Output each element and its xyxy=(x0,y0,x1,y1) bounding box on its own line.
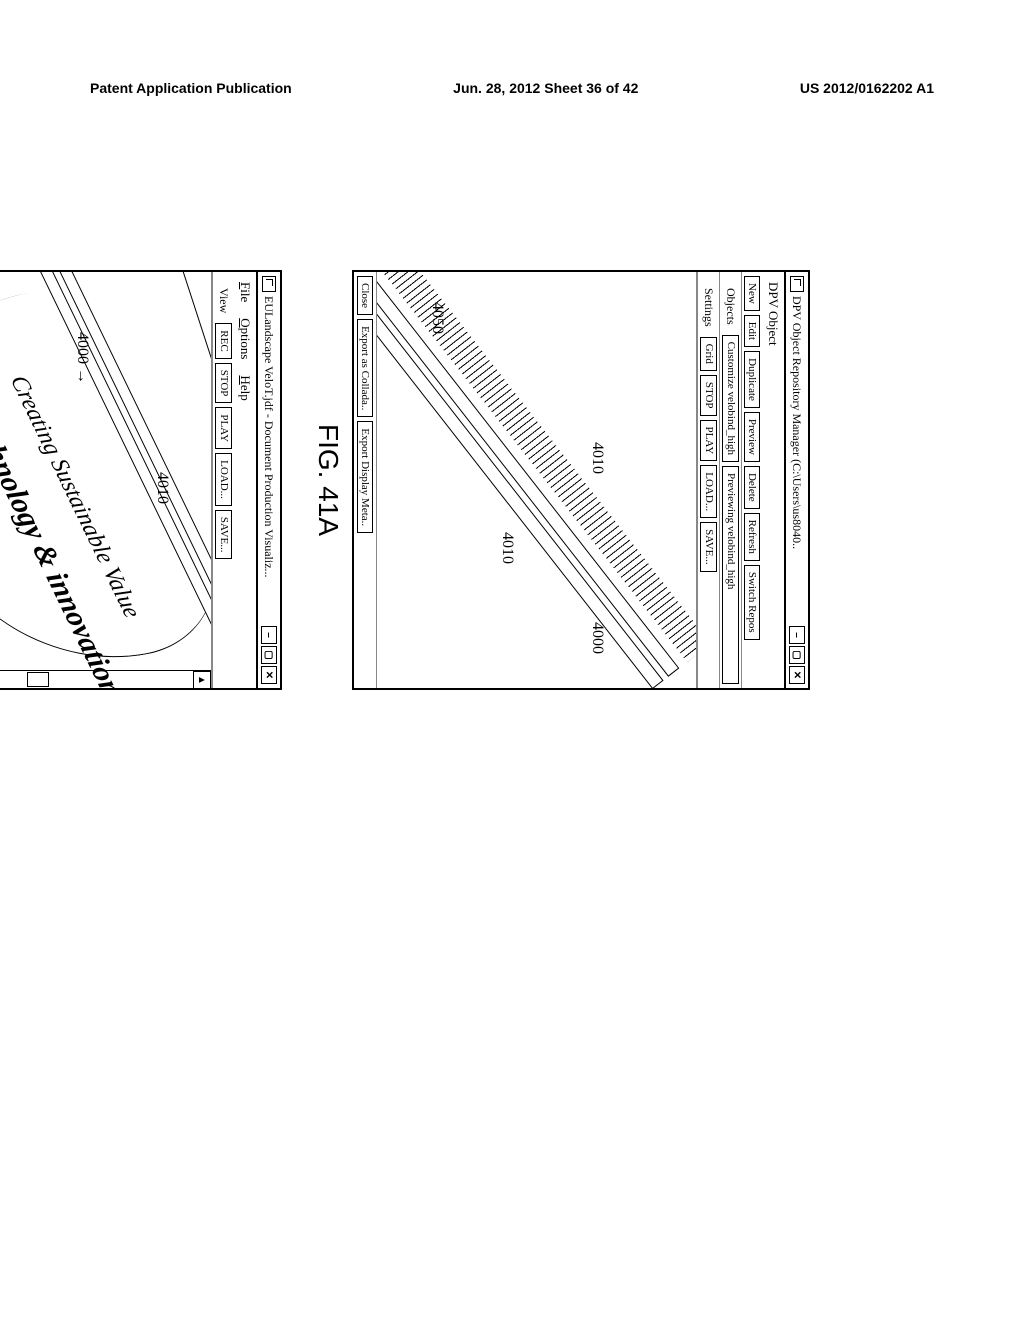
vertical-scrollbar[interactable]: ▲ ▼ xyxy=(0,670,211,688)
document-render: Creating Sustainable Value Are technolog… xyxy=(0,272,212,688)
view-row: View REC STOP PLAY LOAD... SAVE... xyxy=(212,272,234,688)
load-button[interactable]: LOAD... xyxy=(215,453,232,506)
velobind-render xyxy=(377,272,697,688)
window-title: DPV Object Repository Manager (C:\Users\… xyxy=(790,296,805,626)
view-label: View xyxy=(215,282,232,319)
toolbar-main: New Edit Duplicate Preview Delete Refres… xyxy=(741,272,762,688)
edit-button[interactable]: Edit xyxy=(744,315,760,347)
new-button[interactable]: New xyxy=(744,276,760,311)
load-button[interactable]: LOAD... xyxy=(700,465,717,518)
callout-4010b: 4010 xyxy=(498,532,516,564)
menubar: File Options Help xyxy=(234,272,256,688)
objects-row: Objects Customize velobind_high Previewi… xyxy=(719,272,741,688)
play-button[interactable]: PLAY xyxy=(215,407,232,449)
delete-button[interactable]: Delete xyxy=(744,466,760,509)
callout-4050: 4050 xyxy=(428,302,446,334)
rec-button[interactable]: REC xyxy=(215,323,232,358)
callout-4010: 4010 xyxy=(153,472,171,504)
refresh-button[interactable]: Refresh xyxy=(744,513,760,561)
save-button[interactable]: SAVE... xyxy=(700,522,717,572)
window-title: EULandscape VeloT.jdf - Document Product… xyxy=(262,296,277,626)
export-collada-button[interactable]: Export as Collada.. xyxy=(357,319,373,417)
callout-4000: 4000 xyxy=(588,622,606,654)
titlebar[interactable]: DPV Object Repository Manager (C:\Users\… xyxy=(784,272,808,688)
header-right: US 2012/0162202 A1 xyxy=(800,80,934,96)
menubar: DPV Object xyxy=(762,272,784,688)
menu-help[interactable]: Help xyxy=(236,369,254,406)
minimize-button[interactable]: – xyxy=(261,626,277,644)
preview-button[interactable]: Preview xyxy=(744,412,760,462)
preview-canvas[interactable]: 4050 4010 4010 4000 xyxy=(377,272,697,688)
callout-4000: 4000 → xyxy=(73,332,91,384)
previewing-status: Previewing velobind_high xyxy=(722,466,739,684)
window-visualizer: EULandscape VeloT.jdf - Document Product… xyxy=(0,270,282,690)
customize-velobind-button[interactable]: Customize velobind_high xyxy=(722,335,739,462)
save-button[interactable]: SAVE... xyxy=(215,510,232,560)
close-button[interactable]: ✕ xyxy=(261,666,277,684)
settings-label: Settings xyxy=(700,282,717,333)
menu-file[interactable]: File xyxy=(236,276,254,308)
document-canvas[interactable]: Creating Sustainable Value Are technolog… xyxy=(0,272,212,688)
window-repo-manager: DPV Object Repository Manager (C:\Users\… xyxy=(352,270,810,690)
maximize-button[interactable]: ▢ xyxy=(789,646,805,664)
export-display-meta-button[interactable]: Export Display Meta.. xyxy=(357,421,373,533)
menu-options[interactable]: Options xyxy=(236,312,254,365)
bottom-toolbar: Close Export as Collada.. Export Display… xyxy=(354,272,377,688)
maximize-button[interactable]: ▢ xyxy=(261,646,277,664)
minimize-button[interactable]: – xyxy=(789,626,805,644)
objects-label: Objects xyxy=(722,282,739,331)
app-icon xyxy=(262,276,276,292)
grid-button[interactable]: Grid xyxy=(700,337,717,371)
stop-button[interactable]: STOP xyxy=(215,363,232,404)
menu-dpv-object[interactable]: DPV Object xyxy=(764,276,782,352)
close-button[interactable]: ✕ xyxy=(789,666,805,684)
figures-container: DPV Object Repository Manager (C:\Users\… xyxy=(210,60,810,900)
figure-41b: EULandscape VeloT.jdf - Document Product… xyxy=(0,60,282,900)
figure-41a: DPV Object Repository Manager (C:\Users\… xyxy=(312,60,810,900)
figure-caption-a: FIG. 41A xyxy=(312,424,344,536)
close-panel-button[interactable]: Close xyxy=(357,276,373,315)
switch-repos-button[interactable]: Switch Repos xyxy=(744,565,760,640)
callout-4010a: 4010 xyxy=(588,442,606,474)
settings-row: Settings Grid STOP PLAY LOAD... SAVE... xyxy=(697,272,719,688)
play-button[interactable]: PLAY xyxy=(700,420,717,462)
titlebar[interactable]: EULandscape VeloT.jdf - Document Product… xyxy=(256,272,280,688)
duplicate-button[interactable]: Duplicate xyxy=(744,351,760,408)
app-icon xyxy=(790,276,804,292)
scroll-thumb[interactable] xyxy=(27,672,49,687)
scroll-up-icon[interactable]: ▲ xyxy=(193,671,211,688)
stop-button[interactable]: STOP xyxy=(700,375,717,416)
